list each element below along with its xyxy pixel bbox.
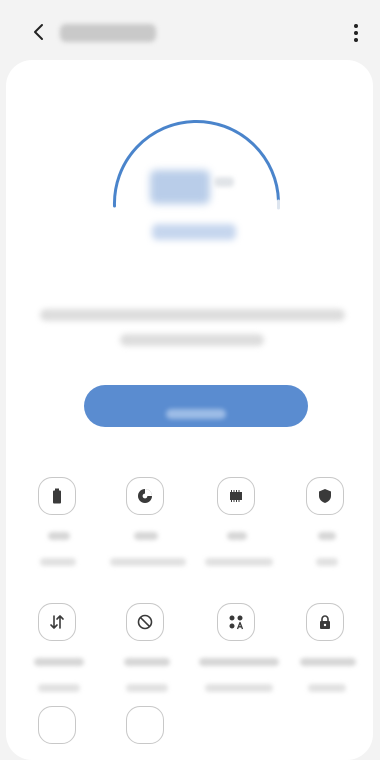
feature-storage (106, 477, 190, 587)
feature-value (110, 558, 186, 566)
feature-value (38, 684, 80, 692)
blocking-button[interactable] (126, 603, 164, 641)
feature-value (205, 558, 273, 566)
lock-button[interactable] (306, 603, 344, 641)
feature-value (40, 558, 76, 566)
memory-chip-icon (230, 490, 242, 502)
feature-label (134, 532, 158, 540)
data-usage-button[interactable] (38, 603, 76, 641)
feature-label (124, 658, 170, 666)
feature-label (227, 532, 247, 540)
battery-button[interactable] (38, 477, 76, 515)
feature-value (316, 558, 338, 566)
feature-apps (197, 603, 281, 713)
status-score-unit (214, 177, 234, 187)
data-transfer-icon (50, 615, 64, 629)
feature-lock (286, 603, 370, 713)
feature-value (308, 684, 346, 692)
status-detail (152, 224, 236, 240)
description-line-1 (40, 309, 345, 321)
block-icon (137, 614, 153, 630)
feature-data-usage (18, 603, 102, 713)
feature-button-partial-2[interactable] (126, 706, 164, 744)
description-line-2 (120, 334, 264, 346)
optimize-button[interactable] (84, 385, 308, 427)
back-arrow-icon[interactable] (28, 20, 50, 44)
app-bar (0, 0, 380, 62)
storage-button[interactable] (126, 477, 164, 515)
feature-button-partial-1[interactable] (38, 706, 76, 744)
storage-pie-icon (138, 489, 152, 503)
feature-label (48, 532, 70, 540)
shield-icon (319, 489, 331, 503)
feature-label (34, 658, 84, 666)
security-button[interactable] (306, 477, 344, 515)
optimize-button-label (166, 409, 226, 419)
feature-blocking (106, 603, 190, 713)
battery-icon (53, 488, 61, 504)
feature-value (126, 684, 168, 692)
feature-security (286, 477, 370, 587)
apps-button[interactable] (217, 603, 255, 641)
memory-button[interactable] (217, 477, 255, 515)
feature-label (300, 658, 356, 666)
feature-label (318, 532, 336, 540)
feature-value (205, 684, 273, 692)
feature-label (199, 658, 279, 666)
apps-grid-icon (229, 615, 244, 630)
feature-battery (18, 477, 102, 587)
more-options-icon[interactable] (346, 20, 366, 46)
page-title (60, 24, 156, 42)
feature-memory (197, 477, 281, 587)
lock-icon (320, 615, 330, 629)
status-score (150, 170, 210, 204)
